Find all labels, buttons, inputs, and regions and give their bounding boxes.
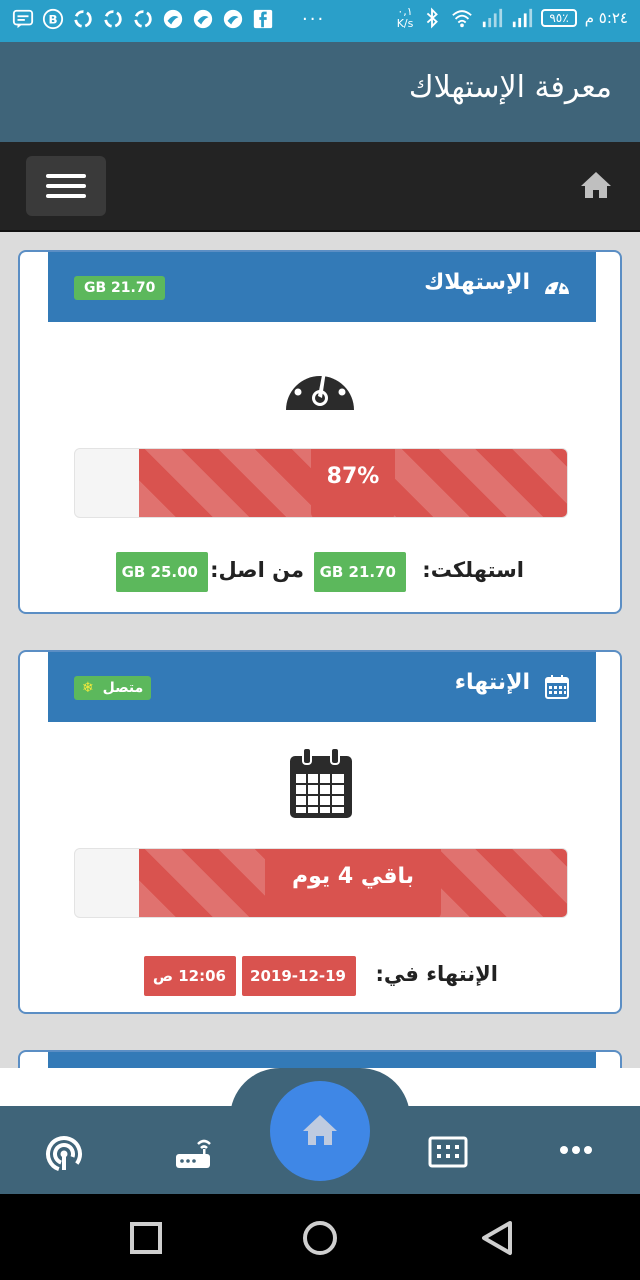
expiry-time: 12:06 ص	[144, 956, 236, 996]
consumption-card: الإستهلاك 21.70 GB 87% استهلكت: 21.70 GB…	[18, 250, 622, 614]
bluetooth-icon	[427, 7, 439, 29]
card-header: الإنتهاء متصل ❄	[48, 652, 596, 722]
connection-badge: متصل ❄	[74, 676, 152, 700]
snowflake-icon: ❄	[82, 680, 94, 696]
menu-button[interactable]	[26, 156, 106, 216]
home-fab-button[interactable]	[270, 1081, 370, 1181]
home-icon	[303, 1115, 337, 1145]
total-value: 25.00 GB	[116, 552, 208, 592]
dashboard-icon	[286, 370, 354, 410]
recycle-icon	[104, 10, 122, 28]
app-bar: معرفة الإستهلاك	[0, 42, 640, 142]
expiry-info-row: الإنتهاء في: 2019-12-19 12:06 ص	[20, 956, 620, 996]
broadcast-icon[interactable]	[44, 1134, 84, 1174]
dashboard-icon	[545, 278, 569, 295]
bird-icon	[223, 9, 243, 29]
usage-progress-bar: 87%	[74, 448, 568, 518]
expiry-card: الإنتهاء متصل ❄ باقي 4 يوم الإنتهاء في: …	[18, 650, 622, 1014]
status-bar: B ··· ٠,١ K/s ٩٥٪ ٥:٢٤ م	[0, 0, 640, 42]
b-icon: B	[42, 8, 64, 30]
consumed-label: استهلكت:	[422, 558, 524, 582]
more-icon[interactable]	[556, 1130, 596, 1170]
page-title: معرفة الإستهلاك	[408, 70, 612, 105]
hamburger-icon	[46, 194, 86, 198]
nav-bar	[0, 142, 640, 232]
system-indicators: ٠,١ K/s ٩٥٪ ٥:٢٤ م	[397, 6, 628, 30]
calendar-icon	[545, 675, 569, 699]
network-speed: ٠,١ K/s	[397, 6, 414, 30]
clock: ٥:٢٤ م	[584, 9, 628, 27]
battery-indicator: ٩٥٪	[541, 9, 577, 27]
expiry-label: الإنتهاء في:	[375, 962, 498, 986]
card-title: الإستهلاك	[424, 270, 530, 295]
svg-text:B: B	[48, 13, 57, 27]
usage-info-row: استهلكت: 21.70 GB من اصل: 25.00 GB	[20, 552, 620, 592]
dialpad-icon[interactable]	[428, 1132, 468, 1172]
home-nav-icon[interactable]	[302, 1220, 338, 1256]
recycle-icon	[134, 10, 152, 28]
hamburger-icon	[46, 174, 86, 178]
recents-icon[interactable]	[130, 1222, 162, 1254]
consumed-value: 21.70 GB	[314, 552, 406, 592]
facebook-icon	[253, 9, 273, 29]
expiry-progress-label: باقي 4 يوم	[265, 849, 441, 917]
router-icon[interactable]	[174, 1132, 214, 1172]
system-nav-bar	[0, 1194, 640, 1280]
of-total-label: من اصل:	[210, 558, 304, 582]
back-icon[interactable]	[480, 1220, 514, 1256]
recycle-icon	[74, 10, 92, 28]
card-header: الإستهلاك 21.70 GB	[48, 252, 596, 322]
message-icon	[12, 9, 34, 29]
signal-icon	[513, 8, 533, 28]
calendar-icon	[290, 748, 352, 818]
signal-icon	[483, 8, 503, 28]
wifi-icon	[452, 10, 473, 28]
bird-icon	[193, 9, 213, 29]
expiry-date: 2019-12-19	[242, 956, 356, 996]
expiry-progress-bar: باقي 4 يوم	[74, 848, 568, 918]
usage-badge: 21.70 GB	[74, 276, 166, 300]
overflow-dots: ···	[302, 8, 326, 30]
hamburger-icon	[46, 184, 86, 188]
usage-progress-label: 87%	[311, 449, 395, 517]
card-title: الإنتهاء	[454, 670, 530, 695]
connection-badge-label: متصل	[102, 680, 144, 696]
notification-icons: B ···	[12, 8, 325, 30]
home-icon[interactable]	[580, 170, 612, 200]
bird-icon	[163, 9, 183, 29]
speed-unit: K/s	[396, 17, 414, 30]
